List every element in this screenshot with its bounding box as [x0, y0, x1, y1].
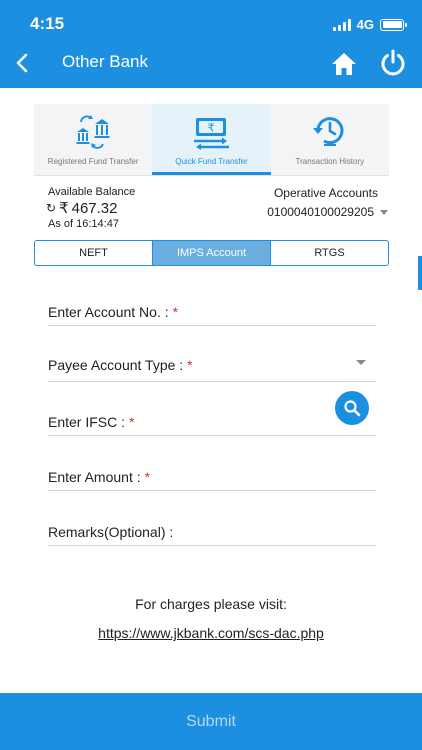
mode-imps-account[interactable]: IMPS Account	[152, 241, 270, 265]
history-clock-icon	[312, 117, 344, 146]
operative-account-value: 0100040100029205	[267, 205, 374, 219]
mode-rtgs[interactable]: RTGS	[270, 241, 388, 265]
transfer-mode-selector: NEFT IMPS Account RTGS	[34, 240, 389, 266]
amount-field[interactable]: Enter Amount : *	[48, 463, 376, 491]
transfer-type-tabs: Registered Fund Transfer ₹ Quick Fund Tr…	[34, 104, 389, 176]
required-mark: *	[172, 303, 179, 320]
refresh-icon[interactable]: ↻	[46, 202, 56, 214]
mode-neft[interactable]: NEFT	[35, 241, 152, 265]
account-number-field[interactable]: Enter Account No. : *	[48, 298, 376, 326]
back-button[interactable]	[10, 50, 34, 76]
required-mark: *	[129, 413, 135, 430]
ifsc-field[interactable]: Enter IFSC : *	[48, 408, 376, 436]
home-icon	[332, 53, 356, 75]
battery-icon	[380, 18, 407, 31]
rupee-transfer-icon: ₹	[194, 118, 230, 150]
power-icon	[381, 49, 405, 76]
balance-amount: 467.32	[71, 199, 118, 217]
balance-timestamp: As of 16:14:47	[48, 218, 119, 230]
signal-icon	[332, 18, 351, 31]
operative-accounts-label: Operative Accounts	[273, 186, 378, 200]
tab-label: Quick Fund Transfer	[175, 157, 248, 166]
field-label: Enter Amount :	[48, 468, 141, 485]
charges-note: For charges please visit:	[135, 596, 287, 612]
currency-symbol: ₹	[59, 200, 69, 217]
available-balance: ↻ ₹ 467.32	[46, 199, 118, 218]
app-header: 4:15 4G Other Bank	[0, 0, 422, 88]
tab-quick-fund-transfer[interactable]: ₹ Quick Fund Transfer	[152, 104, 271, 175]
charges-link[interactable]: https://www.jkbank.com/scs-dac.php	[0, 625, 422, 641]
required-mark: *	[144, 468, 151, 485]
chevron-down-icon	[356, 360, 366, 365]
page-title: Other Bank	[62, 52, 148, 71]
required-mark: *	[187, 356, 193, 373]
available-balance-label: Available Balance	[48, 186, 136, 198]
tab-registered-fund-transfer[interactable]: Registered Fund Transfer	[34, 104, 152, 175]
logout-button[interactable]	[378, 48, 408, 78]
bank-transfer-icon	[76, 115, 110, 149]
field-label: Enter Account No. :	[48, 303, 169, 320]
svg-text:₹: ₹	[208, 122, 215, 135]
field-label: Payee Account Type :	[48, 356, 184, 373]
side-accent	[418, 256, 422, 290]
field-label: Enter IFSC :	[48, 413, 126, 430]
submit-button[interactable]: Submit	[0, 693, 422, 750]
network-label: 4G	[356, 17, 374, 32]
status-indicators: 4G	[332, 17, 407, 32]
home-button[interactable]	[330, 50, 358, 78]
ifsc-search-button[interactable]	[335, 391, 369, 425]
remarks-field[interactable]: Remarks(Optional) :	[48, 518, 376, 546]
payee-account-type-dropdown[interactable]: Payee Account Type : *	[48, 348, 376, 382]
chevron-left-icon	[16, 53, 28, 73]
status-time: 4:15	[30, 14, 65, 33]
tab-transaction-history[interactable]: Transaction History	[271, 104, 389, 175]
chevron-down-icon	[380, 209, 388, 215]
operative-account-select[interactable]: 0100040100029205	[267, 205, 388, 219]
tab-label: Registered Fund Transfer	[47, 157, 139, 166]
tab-label: Transaction History	[295, 157, 365, 166]
field-label: Remarks(Optional) :	[48, 523, 174, 540]
search-icon	[344, 400, 361, 417]
